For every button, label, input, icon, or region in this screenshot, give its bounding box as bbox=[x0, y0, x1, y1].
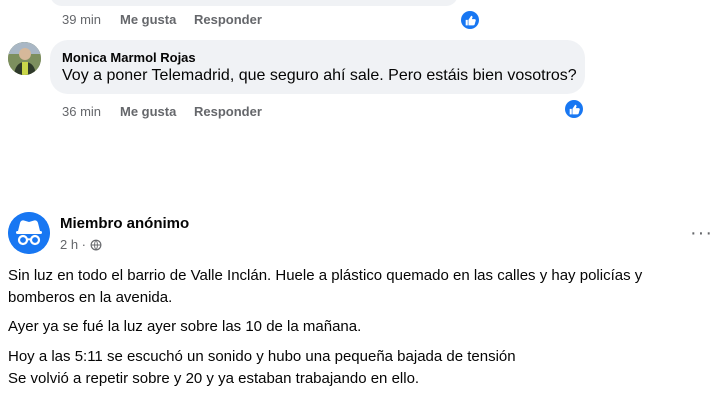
reply-link[interactable]: Responder bbox=[194, 104, 262, 119]
post-line: bomberos en la avenida. bbox=[8, 289, 173, 306]
like-link[interactable]: Me gusta bbox=[120, 104, 176, 119]
comment-text: Voy a poner Telemadrid, que seguro ahí s… bbox=[62, 67, 577, 84]
globe-icon bbox=[90, 239, 102, 250]
thumbs-up-icon bbox=[569, 104, 580, 114]
post-line: Hoy a las 5:11 se escuchó un sonido y hu… bbox=[8, 348, 516, 365]
post-author[interactable]: Miembro anónimo bbox=[60, 215, 189, 232]
post-paragraph: Ayer ya se fué la luz ayer sobre las 10 … bbox=[8, 316, 361, 338]
comment-actions-first: 39 min Me gusta Responder bbox=[0, 12, 720, 32]
comment-actions-second: 36 min Me gusta Responder bbox=[0, 104, 720, 124]
comment-time[interactable]: 36 min bbox=[62, 104, 101, 119]
post-paragraph: Sin luz en todo el barrio de Valle Inclá… bbox=[8, 265, 642, 309]
anonymous-avatar[interactable] bbox=[8, 212, 50, 254]
more-options-button[interactable]: ··· bbox=[690, 222, 713, 245]
post-time: 2 h · bbox=[60, 237, 87, 252]
post-line: Sin luz en todo el barrio de Valle Inclá… bbox=[8, 267, 643, 284]
comment-time[interactable]: 39 min bbox=[62, 12, 101, 27]
thumbs-up-icon bbox=[465, 15, 476, 25]
avatar[interactable] bbox=[8, 42, 41, 75]
post-paragraph: Hoy a las 5:11 se escuchó un sonido y hu… bbox=[8, 346, 516, 390]
post-line: Se volvió a repetir sobre y 20 y ya esta… bbox=[8, 370, 420, 387]
incognito-icon bbox=[8, 212, 50, 254]
like-reaction-icon[interactable] bbox=[461, 11, 479, 29]
comment-author[interactable]: Monica Marmol Rojas bbox=[62, 50, 196, 65]
comment-bubble: Monica Marmol Rojas Voy a poner Telemadr… bbox=[50, 40, 585, 94]
comment-bubble-previous bbox=[50, 0, 458, 6]
like-reaction-icon[interactable] bbox=[565, 100, 583, 118]
reply-link[interactable]: Responder bbox=[194, 12, 262, 27]
like-link[interactable]: Me gusta bbox=[120, 12, 176, 27]
post-timestamp[interactable]: 2 h · bbox=[60, 237, 102, 252]
post-line: Ayer ya se fué la luz ayer sobre las 10 … bbox=[8, 318, 362, 335]
